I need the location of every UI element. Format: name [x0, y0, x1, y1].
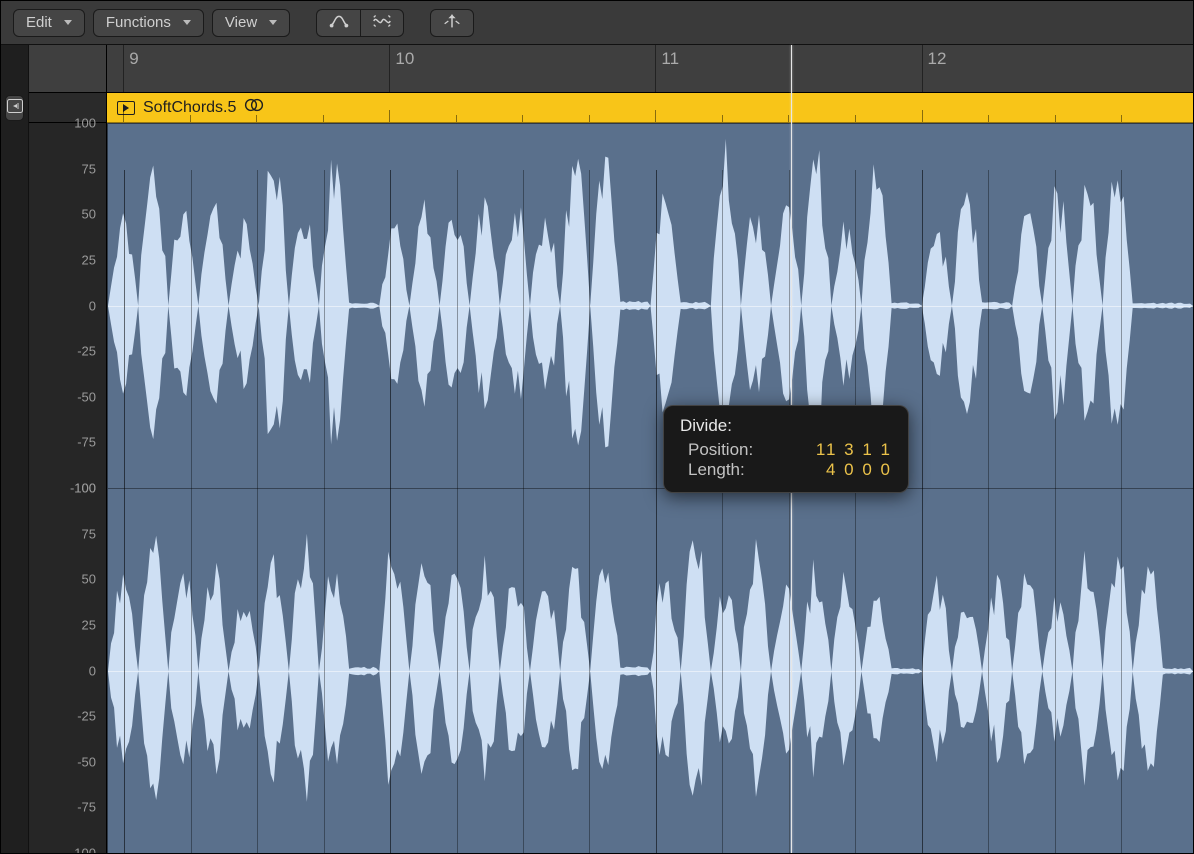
tooltip-title: Divide: [680, 416, 892, 436]
amplitude-tick: 100 [74, 481, 96, 496]
ruler-label: 10 [395, 49, 414, 69]
waveform-channel-left [108, 124, 1193, 489]
functions-menu-label: Functions [106, 14, 171, 31]
amplitude-tick: -50 [77, 389, 96, 404]
bar-ruler[interactable]: 9 10 11 12 [107, 45, 1193, 93]
tooltip-length-value: 4 0 0 0 [826, 460, 892, 480]
amplitude-axis: 100 75 50 25 0 -25 -50 -75 -100 100 75 50 25 0 -25 -50… [29, 45, 107, 853]
edit-menu-label: Edit [26, 14, 52, 31]
divide-tooltip: Divide: Position: 11 3 1 1 Length: 4 0 0… [663, 405, 909, 493]
amplitude-tick: 0 [89, 663, 96, 678]
amplitude-tick: -50 [77, 754, 96, 769]
catalog-icon [7, 99, 23, 118]
amplitude-tick: 0 [89, 298, 96, 313]
playhead-snap-icon [441, 12, 463, 34]
amplitude-tick: -25 [77, 709, 96, 724]
amplitude-tick: 25 [82, 617, 96, 632]
region-header[interactable]: SoftChords.5 [107, 93, 1193, 123]
editor-toolbar: Edit Functions View [1, 1, 1193, 45]
amplitude-tick: 50 [82, 207, 96, 222]
flex-button[interactable] [360, 9, 404, 37]
view-menu[interactable]: View [212, 9, 290, 37]
left-gutter [1, 45, 29, 853]
region-play-icon [117, 101, 135, 115]
amplitude-tick: -25 [77, 344, 96, 359]
stereo-icon [244, 98, 264, 117]
amplitude-tick: 75 [82, 161, 96, 176]
playhead-snap-button[interactable] [430, 9, 474, 37]
ruler-label: 12 [928, 49, 947, 69]
ruler-label: 11 [661, 49, 679, 69]
amplitude-tick: 25 [82, 252, 96, 267]
automation-curve-icon [328, 12, 350, 34]
amplitude-tick: -100 [70, 846, 96, 854]
tooltip-length-label: Length: [680, 460, 745, 480]
catalog-button[interactable] [5, 95, 24, 121]
amplitude-labels: 1007550250-25-50-75-100 1007550250-25-50… [29, 123, 106, 853]
ruler-label: 9 [129, 49, 138, 69]
waveform-channel-right [108, 489, 1193, 854]
view-menu-label: View [225, 14, 257, 31]
amplitude-tick: 50 [82, 572, 96, 587]
flex-icon [371, 12, 393, 34]
timeline[interactable]: 9 10 11 12 SoftChords.5 [107, 45, 1193, 853]
waveform-area[interactable] [107, 123, 1193, 853]
amplitude-tick: 100 [74, 116, 96, 131]
edit-menu[interactable]: Edit [13, 9, 85, 37]
region-name: SoftChords.5 [143, 99, 236, 117]
mode-button-group [316, 9, 404, 37]
amplitude-tick: 75 [82, 526, 96, 541]
automation-curve-button[interactable] [316, 9, 360, 37]
amplitude-tick: -75 [77, 800, 96, 815]
tooltip-position-value: 11 3 1 1 [816, 440, 892, 460]
amplitude-tick: -75 [77, 435, 96, 450]
tooltip-position-label: Position: [680, 440, 753, 460]
functions-menu[interactable]: Functions [93, 9, 204, 37]
